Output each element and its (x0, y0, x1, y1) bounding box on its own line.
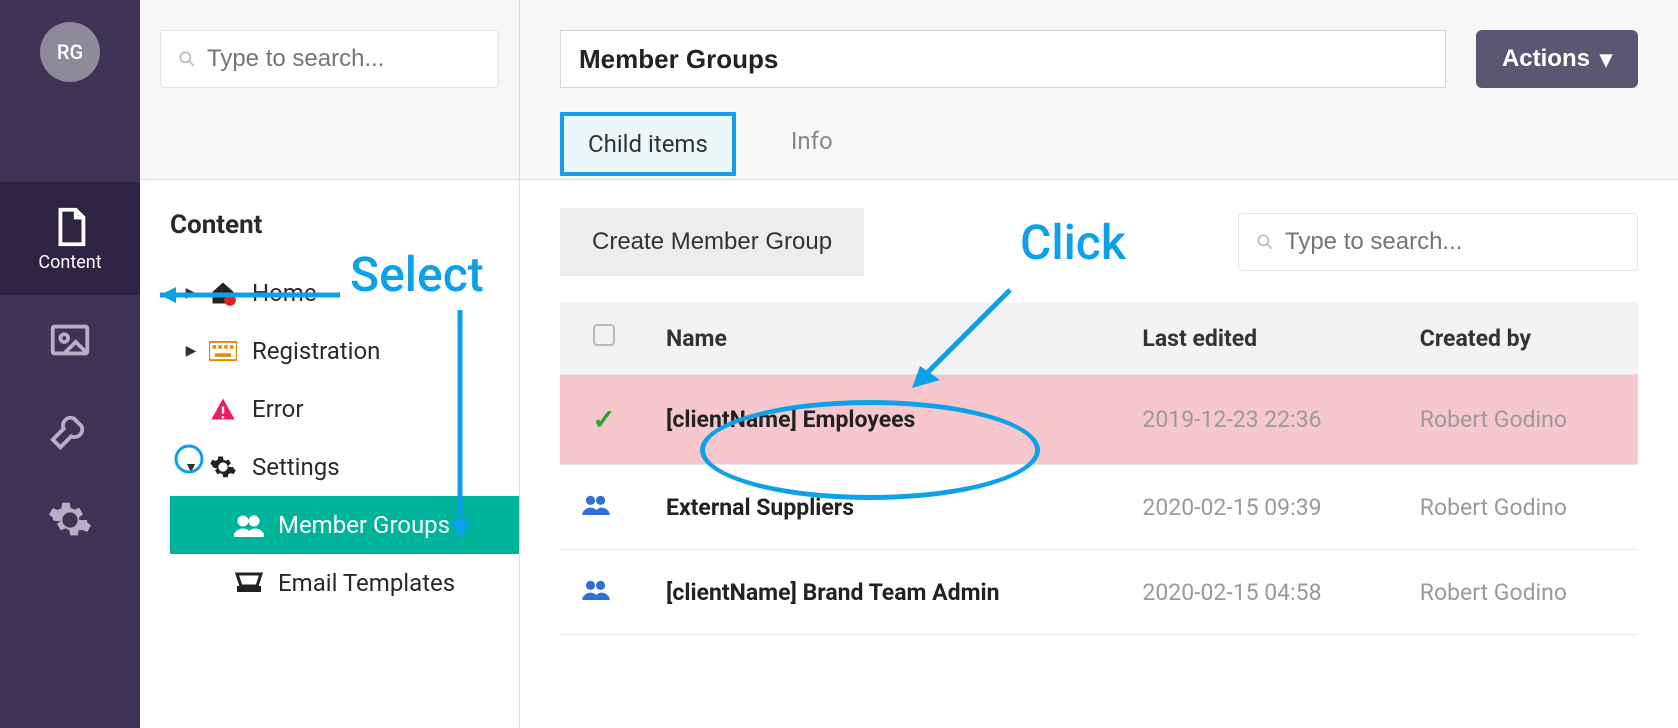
chevron-down-icon: ▾ (1600, 45, 1612, 74)
rail-item-gear[interactable] (0, 475, 140, 565)
tree-item-member-groups[interactable]: Member Groups (170, 496, 519, 554)
caret-right-icon: ▶ (184, 285, 198, 301)
wrench-icon (47, 407, 93, 453)
tabs: Child items Info (560, 112, 1638, 176)
search-icon (177, 49, 207, 69)
table-search[interactable] (1238, 213, 1638, 271)
cell-name: [clientName] Brand Team Admin (666, 579, 999, 606)
tree-item-registration[interactable]: ▶ Registration (170, 322, 519, 380)
cell-name: [clientName] Employees (666, 406, 915, 433)
search-icon (1255, 232, 1285, 252)
gear-icon (204, 453, 242, 481)
group-icon (578, 493, 614, 515)
cell-name: External Suppliers (666, 494, 854, 521)
check-icon: ✓ (592, 403, 615, 436)
tree-section-label: Content (170, 210, 519, 240)
tree-panel: Content ▶ Home ▶ Registration (140, 0, 520, 728)
rail-item-content[interactable]: Content (0, 182, 140, 295)
group-icon (578, 578, 614, 600)
nav-rail: RG Content (0, 0, 140, 728)
inbox-icon (230, 572, 268, 594)
actions-label: Actions (1502, 45, 1590, 73)
tree-list: ▶ Home ▶ Registration (170, 264, 519, 612)
table-row[interactable]: ✓ [clientName] Employees 2019-12-23 22:3… (560, 375, 1638, 465)
keyboard-icon (204, 341, 242, 361)
caret-right-icon: ▶ (184, 343, 198, 359)
cell-created-by: Robert Godino (1420, 494, 1567, 521)
gear-icon (47, 497, 93, 543)
col-last-edited[interactable]: Last edited (1124, 302, 1401, 375)
create-member-group-button[interactable]: Create Member Group (560, 208, 864, 276)
tree-label-member-groups: Member Groups (278, 511, 450, 539)
home-icon (204, 279, 242, 307)
tree-label-home: Home (252, 279, 317, 307)
group-icon (230, 513, 268, 537)
tree-item-settings[interactable]: ▼ Settings (170, 438, 519, 496)
cell-last-edited: 2020-02-15 09:39 (1142, 494, 1321, 521)
tree-label-settings: Settings (252, 453, 340, 481)
table-row[interactable]: [clientName] Brand Team Admin 2020-02-15… (560, 550, 1638, 635)
table-row[interactable]: External Suppliers 2020-02-15 09:39 Robe… (560, 465, 1638, 550)
member-groups-table: Name Last edited Created by ✓ [clientNam… (560, 302, 1638, 635)
tree-item-home[interactable]: ▶ Home (170, 264, 519, 322)
cell-last-edited: 2020-02-15 04:58 (1142, 579, 1321, 606)
tree-item-error[interactable]: Error (170, 380, 519, 438)
tab-info[interactable]: Info (766, 112, 858, 176)
page-title-input[interactable] (560, 30, 1446, 88)
select-all-checkbox[interactable] (593, 324, 615, 346)
rail-label-content: Content (38, 252, 101, 273)
rail-item-media[interactable] (0, 295, 140, 385)
col-created-by[interactable]: Created by (1402, 302, 1638, 375)
actions-button[interactable]: Actions ▾ (1476, 30, 1638, 88)
tree-item-email-templates[interactable]: Email Templates (170, 554, 519, 612)
tree-search[interactable] (160, 30, 499, 88)
main-panel: Actions ▾ Child items Info Create Member… (520, 0, 1678, 728)
avatar[interactable]: RG (40, 22, 100, 82)
rail-item-settings[interactable] (0, 385, 140, 475)
cell-created-by: Robert Godino (1420, 406, 1567, 433)
document-icon (47, 204, 93, 250)
cell-created-by: Robert Godino (1420, 579, 1567, 606)
tree-label-email-templates: Email Templates (278, 569, 455, 597)
col-name[interactable]: Name (648, 302, 1124, 375)
table-search-input[interactable] (1285, 228, 1621, 256)
tree-label-registration: Registration (252, 337, 380, 365)
cell-last-edited: 2019-12-23 22:36 (1142, 406, 1321, 433)
tree-search-input[interactable] (207, 45, 482, 73)
image-icon (47, 317, 93, 363)
tree-label-error: Error (252, 395, 304, 423)
caret-down-icon: ▼ (184, 459, 198, 476)
tab-child-items[interactable]: Child items (560, 112, 736, 176)
warning-icon (204, 395, 242, 423)
